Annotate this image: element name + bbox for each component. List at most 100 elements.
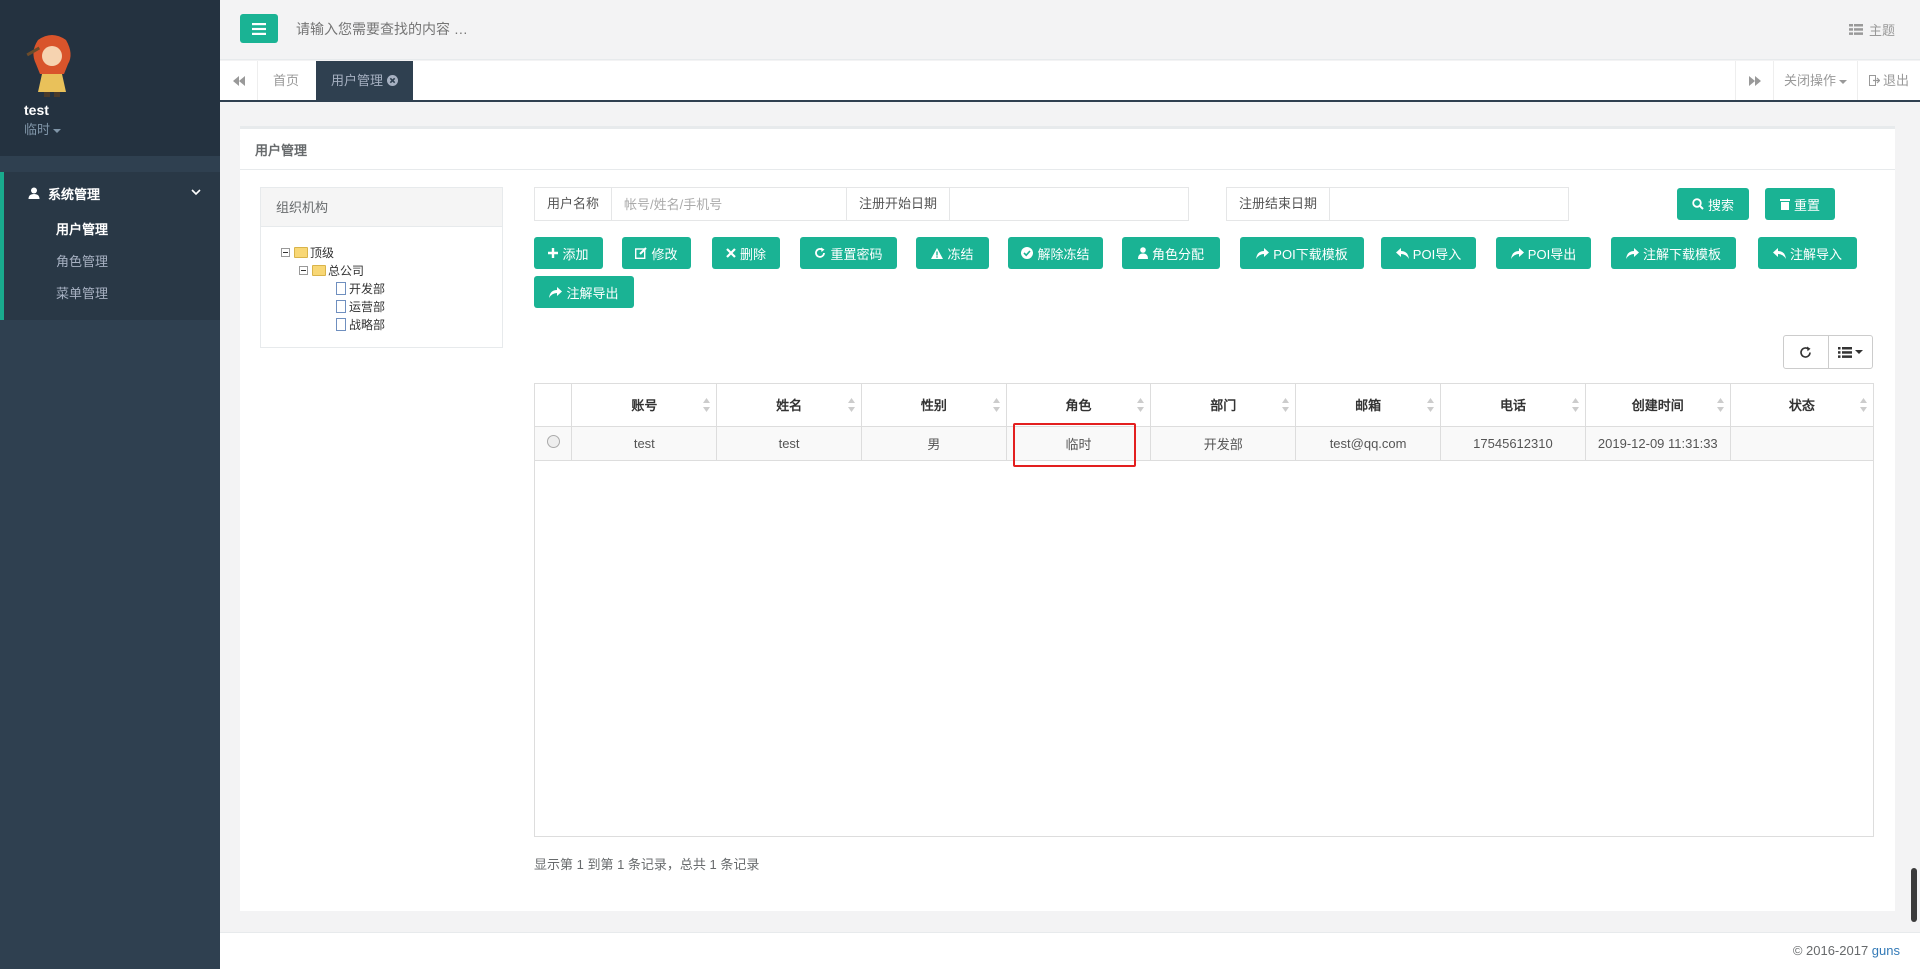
- poi-export-button[interactable]: POI导出: [1496, 237, 1591, 269]
- annotation-export-label: 注解导出: [566, 285, 619, 301]
- tab-label: 用户管理: [331, 73, 384, 88]
- close-operations-label: 关闭操作: [1783, 73, 1836, 88]
- refresh-table-button[interactable]: [1784, 336, 1828, 368]
- reset-button[interactable]: 重置: [1765, 188, 1835, 220]
- file-icon: [336, 317, 346, 331]
- tree-node-dept-strategy[interactable]: 战略部: [336, 315, 502, 333]
- annotation-import-button[interactable]: 注解导入: [1758, 237, 1857, 269]
- theme-button[interactable]: 主题: [1848, 20, 1895, 39]
- table-tools: [1783, 335, 1873, 369]
- column-header-email[interactable]: 邮箱: [1295, 384, 1442, 427]
- global-search-input[interactable]: [296, 14, 796, 44]
- column-header-account[interactable]: 账号: [571, 384, 718, 427]
- poi-template-button[interactable]: POI下载模板: [1240, 237, 1364, 269]
- edit-button[interactable]: 修改: [622, 237, 691, 269]
- tab-user-management[interactable]: 用户管理: [316, 61, 414, 100]
- annotation-template-button[interactable]: 注解下载模板: [1611, 237, 1736, 269]
- column-header-phone[interactable]: 电话: [1440, 384, 1586, 427]
- sidebar: test 临时 系统管理 用户管理 角色管理 菜单管理: [0, 0, 220, 969]
- assign-role-label: 角色分配: [1151, 246, 1204, 262]
- column-header-role[interactable]: 角色: [1006, 384, 1152, 427]
- search-icon: [1692, 198, 1704, 210]
- file-icon: [336, 299, 346, 313]
- collapse-icon[interactable]: [299, 265, 308, 275]
- cell-status: [1730, 426, 1873, 461]
- chevron-down-icon: [191, 189, 201, 196]
- column-header-label: 姓名: [776, 398, 803, 414]
- end-date-input[interactable]: [1329, 187, 1570, 221]
- column-header-dept[interactable]: 部门: [1150, 384, 1297, 427]
- add-button[interactable]: 添加: [534, 237, 603, 269]
- cell-role-value: 临时: [1065, 436, 1092, 452]
- tabs-scroll-right-button[interactable]: [1735, 61, 1773, 100]
- plus-icon: [548, 248, 559, 258]
- collapse-icon[interactable]: [281, 247, 290, 257]
- tree-node-root[interactable]: 顶级: [281, 243, 502, 261]
- table-row[interactable]: test test 男 临时 开发部 test@qq.com 175456123…: [535, 422, 1873, 467]
- share-icon: [1256, 247, 1270, 259]
- tree-node-label: 顶级: [310, 245, 335, 260]
- sidebar-group-system[interactable]: 系统管理: [4, 172, 220, 214]
- scrollbar-thumb[interactable]: [1911, 868, 1917, 922]
- column-header-created[interactable]: 创建时间: [1585, 384, 1731, 427]
- delete-button-label: 删除: [739, 246, 766, 262]
- avatar[interactable]: [24, 30, 80, 98]
- poi-import-button[interactable]: POI导入: [1381, 237, 1476, 269]
- sidebar-item-user-management[interactable]: 用户管理: [4, 214, 220, 246]
- column-header-status[interactable]: 状态: [1730, 384, 1873, 427]
- cell-account: test: [571, 426, 718, 461]
- close-operations-dropdown[interactable]: 关闭操作: [1773, 61, 1857, 100]
- row-radio[interactable]: [546, 435, 560, 448]
- close-tab-icon[interactable]: [387, 75, 399, 86]
- username-input[interactable]: [611, 187, 880, 221]
- annotation-template-label: 注解下载模板: [1642, 246, 1721, 262]
- reset-password-button[interactable]: 重置密码: [800, 237, 897, 269]
- edit-button-label: 修改: [651, 246, 678, 262]
- theme-label: 主题: [1868, 23, 1895, 38]
- brand-link[interactable]: guns: [1872, 943, 1900, 958]
- user-icon: [28, 187, 40, 199]
- sidebar-item-menu-management[interactable]: 菜单管理: [4, 278, 220, 310]
- profile-header: test 临时: [0, 0, 220, 156]
- tabs-scroll-left-button[interactable]: [220, 61, 258, 100]
- tree-node-label: 运营部: [349, 299, 386, 314]
- poi-import-label: POI导入: [1412, 246, 1462, 262]
- username-filter-label: 用户名称: [534, 187, 612, 221]
- column-header-name[interactable]: 姓名: [716, 384, 862, 427]
- cell-role: 临时: [1006, 422, 1152, 467]
- columns-toggle-button[interactable]: [1827, 336, 1873, 368]
- file-icon: [336, 281, 346, 295]
- delete-button[interactable]: 删除: [712, 237, 780, 269]
- cell-gender: 男: [861, 426, 1007, 461]
- menu-toggle-button[interactable]: [240, 14, 278, 43]
- assign-role-button[interactable]: 角色分配: [1122, 237, 1220, 269]
- tree-node-dept-dev[interactable]: 开发部: [336, 279, 502, 297]
- reply-icon: [1395, 247, 1409, 259]
- close-icon: [726, 248, 736, 258]
- tabs-bar: 首页 用户管理 关闭操作 退出: [220, 61, 1920, 102]
- tree-node-company[interactable]: 总公司: [299, 261, 502, 279]
- logout-button[interactable]: 退出: [1857, 61, 1920, 100]
- poi-export-label: POI导出: [1527, 246, 1577, 262]
- column-header-gender[interactable]: 性别: [861, 384, 1007, 427]
- annotation-export-button[interactable]: 注解导出: [534, 276, 634, 308]
- main-panel: 用户管理 组织机构 顶级 总公司 开发部 运营部 战略部 用户名称 注册开始日期…: [240, 126, 1895, 911]
- forward-icon: [1748, 75, 1761, 86]
- search-button[interactable]: 搜索: [1677, 188, 1749, 220]
- freeze-button[interactable]: 冻结: [916, 237, 989, 269]
- sort-icon: [1571, 398, 1579, 412]
- cell-created: 2019-12-09 11:31:33: [1585, 426, 1731, 461]
- copyright-text: © 2016-2017: [1792, 943, 1872, 958]
- start-date-input[interactable]: [949, 187, 1190, 221]
- footer: © 2016-2017 guns: [220, 932, 1920, 969]
- profile-role-dropdown[interactable]: 临时: [24, 119, 62, 138]
- column-header-label: 创建时间: [1631, 398, 1684, 414]
- tree-node-dept-ops[interactable]: 运营部: [336, 297, 502, 315]
- tab-home[interactable]: 首页: [258, 61, 314, 100]
- row-select-cell: [535, 426, 573, 461]
- sort-icon: [847, 398, 855, 412]
- sidebar-item-role-management[interactable]: 角色管理: [4, 246, 220, 278]
- unfreeze-button[interactable]: 解除冻结: [1008, 237, 1103, 269]
- profile-role: 临时: [24, 122, 51, 137]
- cell-phone: 17545612310: [1440, 426, 1586, 461]
